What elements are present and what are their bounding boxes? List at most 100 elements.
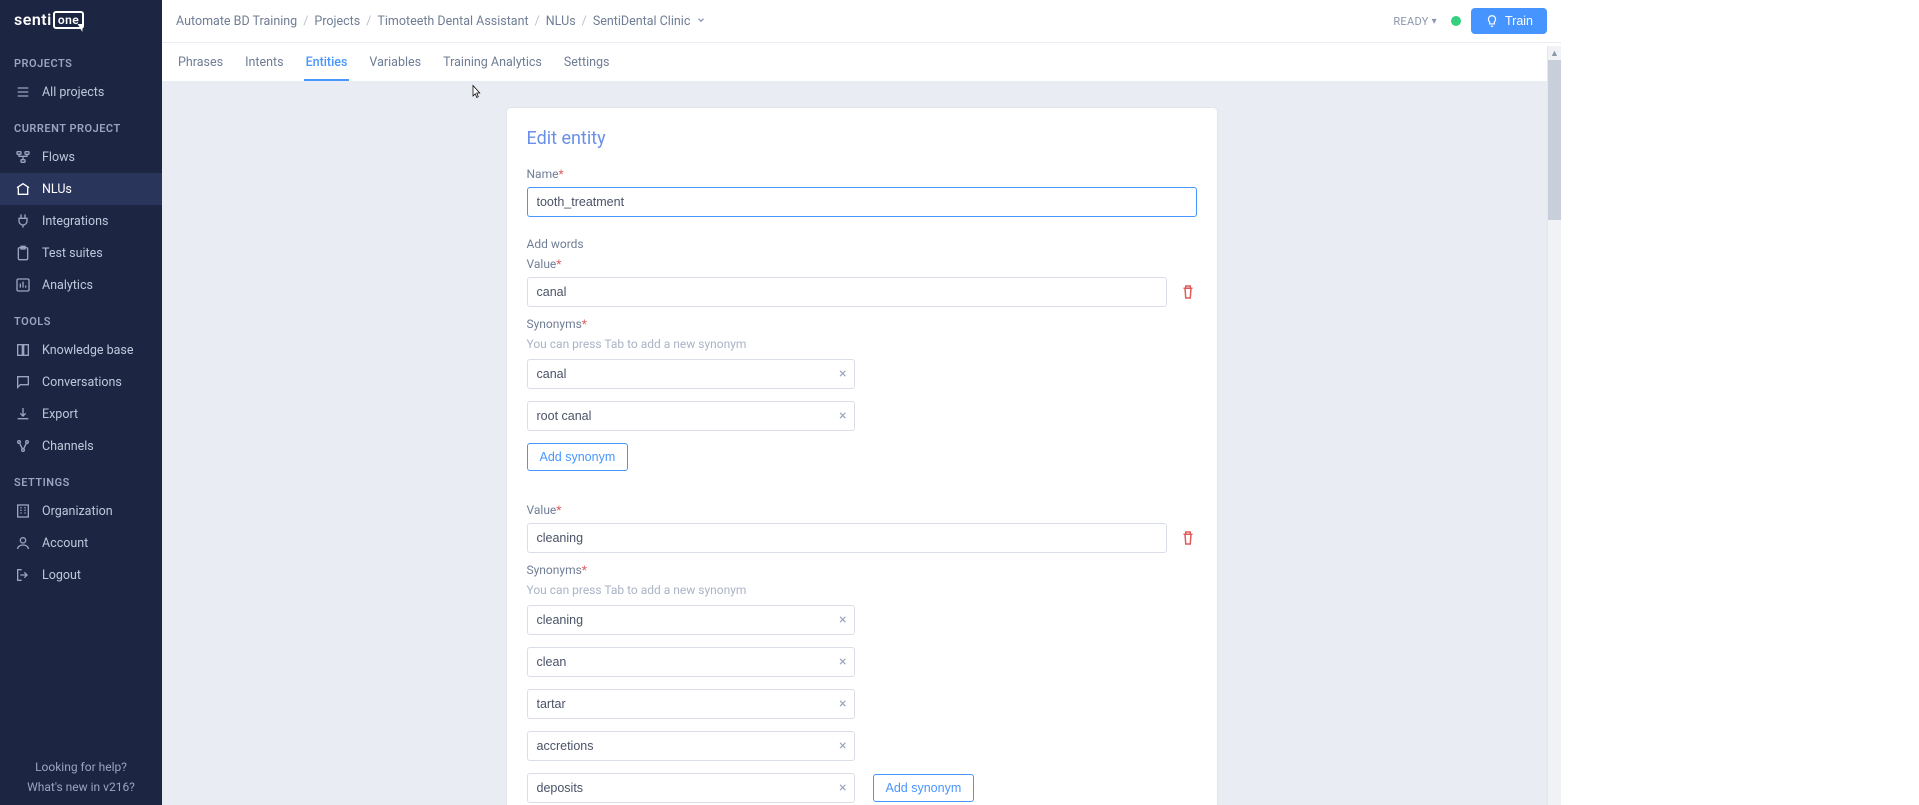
chevron-down-icon[interactable] (696, 14, 706, 29)
remove-synonym-icon[interactable]: × (839, 739, 846, 753)
sidebar-item-nlus[interactable]: NLUs (0, 173, 162, 205)
sidebar-item-label: NLUs (42, 182, 72, 197)
synonym-chip: × (527, 359, 855, 389)
caret-down-icon: ▾ (1432, 16, 1437, 27)
clipboard-icon (14, 244, 32, 262)
tab-phrases[interactable]: Phrases (176, 45, 225, 80)
name-input[interactable] (527, 187, 1197, 217)
tab-intents[interactable]: Intents (243, 45, 285, 80)
delete-icon[interactable] (1179, 283, 1197, 301)
nlus-icon (14, 180, 32, 198)
value-input[interactable] (527, 277, 1167, 307)
synonym-chip: × (527, 773, 855, 803)
channels-icon (14, 437, 32, 455)
scrollbar[interactable]: ▲ (1547, 46, 1561, 805)
sidebar-item-label: Channels (42, 439, 94, 454)
edit-entity-card: Edit entity Name* Add words Value* (507, 108, 1217, 805)
ready-label: READY (1393, 15, 1428, 28)
breadcrumbs: Automate BD Training / Projects / Timote… (176, 14, 1393, 29)
delete-icon[interactable] (1179, 529, 1197, 547)
synonym-input[interactable] (527, 401, 855, 431)
logo[interactable]: sentione (0, 0, 162, 43)
tab-settings[interactable]: Settings (562, 45, 612, 80)
breadcrumb-separator: / (582, 14, 587, 29)
synonym-input[interactable] (527, 731, 855, 761)
sidebar: sentione PROJECTS All projects CURRENT P… (0, 0, 162, 805)
sidebar-item-channels[interactable]: Channels (0, 430, 162, 462)
sidebar-item-label: Logout (42, 568, 81, 583)
value-input[interactable] (527, 523, 1167, 553)
chat-icon (14, 373, 32, 391)
flows-icon (14, 148, 32, 166)
add-synonym-button[interactable]: Add synonym (527, 443, 629, 471)
status-indicator-icon (1451, 16, 1461, 26)
breadcrumb-item[interactable]: SentiDental Clinic (593, 14, 691, 29)
add-synonym-button[interactable]: Add synonym (873, 774, 975, 802)
download-icon (14, 405, 32, 423)
section-current-project: CURRENT PROJECT (0, 108, 162, 141)
sidebar-item-knowledge-base[interactable]: Knowledge base (0, 334, 162, 366)
add-words-label: Add words (527, 237, 1197, 251)
sidebar-item-label: Conversations (42, 375, 122, 390)
synonyms-label: Synonyms* (527, 563, 1197, 577)
sidebar-item-flows[interactable]: Flows (0, 141, 162, 173)
synonym-input[interactable] (527, 605, 855, 635)
remove-synonym-icon[interactable]: × (839, 409, 846, 423)
remove-synonym-icon[interactable]: × (839, 781, 846, 795)
train-label: Train (1505, 14, 1533, 28)
synonyms-label: Synonyms* (527, 317, 1197, 331)
whats-new-link[interactable]: What's new in v216? (10, 777, 152, 797)
remove-synonym-icon[interactable]: × (839, 655, 846, 669)
synonym-input[interactable] (527, 773, 855, 803)
remove-synonym-icon[interactable]: × (839, 697, 846, 711)
sidebar-item-label: Export (42, 407, 78, 422)
sidebar-item-analytics[interactable]: Analytics (0, 269, 162, 301)
synonym-chip: × (527, 401, 855, 431)
sidebar-item-label: Knowledge base (42, 343, 134, 358)
sidebar-item-export[interactable]: Export (0, 398, 162, 430)
sidebar-item-conversations[interactable]: Conversations (0, 366, 162, 398)
logo-prefix: senti (14, 10, 52, 29)
synonym-chip: × (527, 605, 855, 635)
tablist: Phrases Intents Entities Variables Train… (162, 43, 1561, 82)
card-title: Edit entity (527, 128, 1197, 149)
section-projects: PROJECTS (0, 43, 162, 76)
tab-training-analytics[interactable]: Training Analytics (441, 45, 544, 80)
plug-icon (14, 212, 32, 230)
train-button[interactable]: Train (1471, 8, 1547, 34)
remove-synonym-icon[interactable]: × (839, 613, 846, 627)
synonym-input[interactable] (527, 647, 855, 677)
section-tools: TOOLS (0, 301, 162, 334)
sidebar-item-account[interactable]: Account (0, 527, 162, 559)
tab-variables[interactable]: Variables (367, 45, 423, 80)
breadcrumb-separator: / (303, 14, 308, 29)
breadcrumb-item[interactable]: NLUs (546, 14, 576, 29)
sidebar-item-logout[interactable]: Logout (0, 559, 162, 591)
section-settings: SETTINGS (0, 462, 162, 495)
breadcrumb-item[interactable]: Timoteeth Dental Assistant (377, 14, 528, 29)
sidebar-item-label: Flows (42, 150, 75, 165)
synonym-input[interactable] (527, 689, 855, 719)
sidebar-item-label: Account (42, 536, 88, 551)
scroll-up-icon[interactable]: ▲ (1548, 46, 1561, 60)
name-label: Name* (527, 167, 1197, 181)
scroll-thumb[interactable] (1548, 60, 1561, 220)
sidebar-item-organization[interactable]: Organization (0, 495, 162, 527)
breadcrumb-item[interactable]: Automate BD Training (176, 14, 297, 29)
tab-entities[interactable]: Entities (304, 45, 350, 80)
sidebar-item-integrations[interactable]: Integrations (0, 205, 162, 237)
synonym-chip: × (527, 731, 855, 761)
sidebar-item-all-projects[interactable]: All projects (0, 76, 162, 108)
sidebar-item-label: Integrations (42, 214, 108, 229)
remove-synonym-icon[interactable]: × (839, 367, 846, 381)
ready-status-dropdown[interactable]: READY ▾ (1393, 15, 1437, 28)
sidebar-item-test-suites[interactable]: Test suites (0, 237, 162, 269)
building-icon (14, 502, 32, 520)
sidebar-item-label: Organization (42, 504, 113, 519)
help-link[interactable]: Looking for help? (10, 757, 152, 777)
breadcrumb-separator: / (535, 14, 540, 29)
breadcrumb-item[interactable]: Projects (314, 14, 360, 29)
synonyms-hint: You can press Tab to add a new synonym (527, 583, 1197, 597)
book-icon (14, 341, 32, 359)
synonym-input[interactable] (527, 359, 855, 389)
